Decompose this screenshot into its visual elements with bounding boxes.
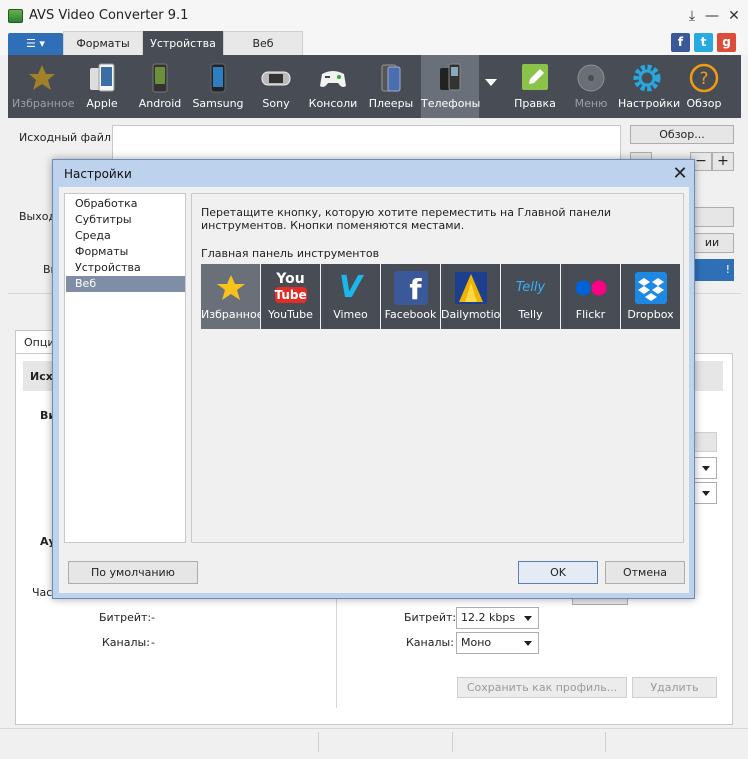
dialog-close-button[interactable]: ✕ bbox=[669, 163, 691, 185]
convert-now-button[interactable]: ! bbox=[690, 259, 734, 281]
nav-item-formats[interactable]: Форматы bbox=[66, 244, 185, 260]
flickr-icon bbox=[575, 280, 606, 296]
toolbar-overview[interactable]: ? Обзор bbox=[678, 55, 730, 118]
channels-select[interactable]: Моно bbox=[456, 632, 539, 654]
settings-nav-list: Обработка Субтитры Среда Форматы Устройс… bbox=[64, 193, 186, 543]
left-channels-label: Каналы: bbox=[102, 636, 150, 649]
status-divider bbox=[605, 732, 606, 752]
tab-formats[interactable]: Форматы bbox=[63, 31, 143, 55]
source-file-field[interactable] bbox=[112, 125, 621, 160]
player-icon bbox=[381, 64, 401, 92]
help-icon: ? bbox=[689, 63, 719, 93]
nav-item-web[interactable]: Веб bbox=[66, 276, 185, 292]
star-icon bbox=[29, 65, 55, 90]
gamepad-icon bbox=[320, 71, 346, 87]
right-bitrate-label: Битрейт: bbox=[404, 611, 457, 624]
main-menu-button[interactable]: ☰ ▾ bbox=[8, 33, 63, 55]
apple-device-icon bbox=[90, 63, 115, 92]
web-button-dailymotion[interactable]: Dailymotion bbox=[441, 264, 507, 329]
telly-icon: Telly bbox=[515, 280, 546, 295]
web-button-telly[interactable]: Telly Telly bbox=[501, 264, 560, 329]
nav-item-subtitles[interactable]: Субтитры bbox=[66, 212, 185, 228]
main-toolbar-section-label: Главная панель инструментов bbox=[201, 247, 380, 260]
web-button-dropbox[interactable]: Dropbox bbox=[621, 264, 680, 329]
source-file-label: Исходный файл: bbox=[19, 131, 115, 144]
dailymotion-icon bbox=[454, 272, 487, 304]
list-icon: ☰ ▾ bbox=[26, 37, 45, 50]
toolbar-apple[interactable]: Apple bbox=[74, 55, 130, 118]
bitrate-select[interactable]: 12.2 kbps bbox=[456, 607, 539, 629]
status-divider bbox=[452, 732, 453, 752]
toolbar-settings[interactable]: Настройки bbox=[618, 55, 680, 118]
ok-button[interactable]: OK bbox=[518, 561, 598, 584]
nav-item-processing[interactable]: Обработка bbox=[66, 196, 185, 212]
tab-web[interactable]: Веб bbox=[223, 31, 303, 55]
facebook-icon: f bbox=[393, 271, 428, 306]
web-button-flickr[interactable]: Flickr bbox=[561, 264, 620, 329]
close-window-button[interactable]: ✕ bbox=[724, 6, 744, 26]
facebook-share-icon[interactable]: f bbox=[671, 33, 690, 52]
app-logo-icon bbox=[8, 9, 23, 23]
left-channels-value: - bbox=[151, 636, 155, 649]
toolbar-favorites[interactable]: Избранное bbox=[12, 55, 74, 118]
close-icon: ✕ bbox=[672, 163, 688, 184]
gear-icon bbox=[633, 64, 661, 92]
web-button-facebook[interactable]: f Facebook bbox=[381, 264, 440, 329]
nav-item-devices[interactable]: Устройства bbox=[66, 260, 185, 276]
left-bitrate-label: Битрейт: bbox=[99, 611, 152, 624]
web-button-youtube[interactable]: You Tube YouTube bbox=[261, 264, 320, 329]
add-button[interactable]: + bbox=[712, 152, 734, 171]
web-button-vimeo[interactable]: V Vimeo bbox=[321, 264, 380, 329]
cancel-button[interactable]: Отмена bbox=[605, 561, 685, 584]
youtube-icon: You Tube bbox=[274, 271, 307, 303]
dialog-title: Настройки bbox=[64, 167, 132, 181]
toolbar-sony[interactable]: Sony bbox=[248, 55, 304, 118]
toolbar-consoles[interactable]: Консоли bbox=[305, 55, 361, 118]
default-button[interactable]: По умолчанию bbox=[68, 561, 198, 584]
edit-icon bbox=[522, 64, 548, 90]
psp-icon bbox=[261, 71, 291, 86]
disc-menu-icon bbox=[577, 64, 605, 92]
minimize-button[interactable]: — bbox=[702, 6, 722, 26]
web-button-favorites[interactable]: Избранное bbox=[201, 264, 263, 329]
divider bbox=[336, 598, 337, 708]
output-label: Выход bbox=[19, 210, 57, 223]
chevron-down-icon bbox=[485, 79, 497, 86]
feature-phone-icon bbox=[440, 63, 461, 91]
tab-devices[interactable]: Устройства bbox=[143, 31, 223, 55]
left-bitrate-value: - bbox=[151, 611, 155, 624]
web-settings-panel bbox=[191, 193, 684, 543]
output-browse-button[interactable] bbox=[690, 207, 734, 227]
toolbar-players[interactable]: Плееры bbox=[362, 55, 420, 118]
status-bar bbox=[0, 728, 748, 759]
browse-button[interactable]: Обзор... bbox=[630, 125, 734, 144]
toolbar-samsung[interactable]: Samsung bbox=[190, 55, 246, 118]
instructions-text: Перетащите кнопку, которую хотите переме… bbox=[201, 206, 612, 232]
googleplus-share-icon[interactable]: g bbox=[717, 33, 736, 52]
right-channels-label: Каналы: bbox=[406, 636, 454, 649]
toolbar-more-dropdown[interactable] bbox=[481, 55, 501, 118]
samsung-phone-icon bbox=[210, 63, 226, 93]
delete-profile-button[interactable]: Удалить bbox=[632, 677, 717, 698]
partial-right-button[interactable]: ии bbox=[690, 233, 734, 253]
download-icon[interactable]: ⤓ bbox=[682, 6, 702, 26]
dropbox-icon bbox=[634, 272, 667, 304]
save-profile-button[interactable]: Сохранить как профиль... bbox=[457, 677, 627, 698]
window-title: AVS Video Converter 9.1 bbox=[29, 8, 189, 23]
star-icon bbox=[216, 275, 245, 300]
android-phone-icon bbox=[152, 63, 168, 93]
status-divider bbox=[318, 732, 319, 752]
toolbar-phones[interactable]: Телефоны bbox=[421, 55, 480, 118]
toolbar-edit[interactable]: Правка bbox=[505, 55, 565, 118]
twitter-share-icon[interactable]: t bbox=[694, 33, 713, 52]
svg-text:?: ? bbox=[699, 69, 708, 89]
vimeo-icon: V bbox=[338, 270, 363, 305]
nav-item-environment[interactable]: Среда bbox=[66, 228, 185, 244]
source-section-header: Исх bbox=[23, 361, 55, 391]
toolbar-menu[interactable]: Меню bbox=[566, 55, 616, 118]
toolbar-android[interactable]: Android bbox=[132, 55, 188, 118]
